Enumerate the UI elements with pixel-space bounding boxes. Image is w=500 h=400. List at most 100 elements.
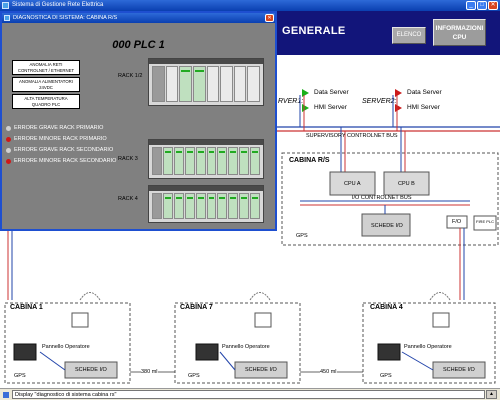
cabina-7-label[interactable]: CABINA 7 (180, 304, 213, 311)
fo-rs-label: F/O (452, 219, 462, 225)
rack-slot (247, 66, 260, 102)
rack-1-2-slots (152, 66, 260, 102)
cabina-1-schede-label: SCHEDE I/O (75, 367, 107, 373)
cpu-b-label: CPU B (398, 181, 415, 187)
fo-box-c1 (71, 312, 89, 328)
cabina-4-label[interactable]: CABINA 4 (370, 304, 403, 311)
distance-1-label: 380 ml (141, 369, 158, 375)
rack-slot (152, 193, 162, 219)
rack-slot (184, 193, 195, 219)
rack-4-header (149, 186, 263, 191)
io-bus-label: I/O CONTROLNET BUS (352, 195, 412, 201)
rack-slot (228, 147, 239, 175)
c1-link (39, 351, 66, 371)
rack-slot (184, 147, 195, 175)
error-minor-secondary-label: ERRORE MINORE RACK SECONDARIO (14, 158, 117, 164)
error-grave-secondary: ERRORE GRAVE RACK SECONDARIO (6, 147, 114, 153)
rack-slot (228, 193, 239, 219)
c4-link (401, 351, 434, 371)
error-minor-secondary: ERRORE MINORE RACK SECONDARIO (6, 158, 117, 164)
diagnostic-window[interactable]: DIAGNOSTICA DI SISTEMA: CABINA R/S ✕ 000… (0, 11, 277, 231)
status-scroll-up-button[interactable]: ▲ (486, 390, 497, 399)
error-grave-secondary-label: ERRORE GRAVE RACK SECONDARIO (14, 147, 114, 153)
rack-slot (162, 193, 173, 219)
diagnostic-title: DIAGNOSTICA DI SISTEMA: CABINA R/S (13, 15, 118, 21)
cabina-1-panel-label: Pannello Operatore (42, 344, 90, 350)
rack-slot (233, 66, 247, 102)
diagnostic-close-button[interactable]: ✕ (265, 14, 274, 22)
status-dot-icon (6, 147, 11, 153)
fiber-loop-4 (429, 292, 451, 301)
cabina-7-panel-label: Pannello Operatore (222, 344, 270, 350)
error-minor-primary: ERRORE MINORE RACK PRIMARIO (6, 136, 107, 142)
cabina-4-panel-label: Pannello Operatore (404, 344, 452, 350)
diagnostic-titlebar[interactable]: DIAGNOSTICA DI SISTEMA: CABINA R/S ✕ (2, 13, 275, 23)
rack-1-2-label: RACK 1/2 (118, 73, 143, 79)
alarm-temperature-line2: QUADRO PLC (31, 101, 61, 107)
schede-io-rs-label: SCHEDE I/O (371, 223, 403, 229)
rack-1-2[interactable] (148, 58, 264, 106)
distance-2-label: 450 ml (320, 369, 337, 375)
error-grave-primary-label: ERRORE GRAVE RACK PRIMARIO (14, 125, 104, 131)
status-dot-icon (6, 136, 11, 142)
status-dot-icon (6, 158, 11, 164)
rack-slot (152, 66, 165, 102)
panel-c7 (195, 343, 219, 361)
rack-slot (220, 66, 233, 102)
plc-title: 000 PLC 1 (112, 39, 165, 51)
panel-c4 (377, 343, 401, 361)
fo-box-c7 (254, 312, 272, 328)
rack-slot (250, 193, 261, 219)
alarm-power-line2: 24VDC (39, 84, 53, 90)
rack-slot (239, 193, 250, 219)
rack-slot (206, 147, 217, 175)
c7-link (219, 351, 236, 371)
supervisory-bus-label: SUPERVISORY CONTROLNET BUS (306, 133, 398, 139)
fiber-loop-1 (79, 292, 101, 301)
gps-rs-label: GPS (296, 233, 308, 239)
cabina-rs-label[interactable]: CABINA R/S (289, 157, 330, 164)
alarm-temperature-button[interactable]: ALTA TEMPERATURA QUADRO PLC (12, 94, 80, 109)
status-bar: Display "diagnostico di sistema cabina r… (0, 388, 500, 400)
rack-slot (206, 193, 217, 219)
cabina-4-gps-label: GPS (380, 373, 392, 379)
cabina-4-schede-label: SCHEDE I/O (443, 367, 475, 373)
fo-box-c4 (432, 312, 450, 328)
alarm-power-line1: ANOMALIA ALIMENTATORI (19, 79, 73, 84)
cabina-1-gps-label: GPS (14, 373, 26, 379)
alarm-network-line2: CONTROLNET / ETHERNET (17, 67, 75, 73)
alarm-network-button[interactable]: ANOMALIA RETI CONTROLNET / ETHERNET (12, 60, 80, 75)
cpu-a-label: CPU A (344, 181, 361, 187)
rack-slot (195, 147, 206, 175)
rack-3-header (149, 140, 263, 145)
status-bar-icon (3, 392, 9, 398)
cabina-7-gps-label: GPS (188, 373, 200, 379)
rack-3[interactable] (148, 139, 264, 179)
cabina-7-schede-label: SCHEDE I/O (245, 367, 277, 373)
rack-slot (192, 66, 206, 102)
rack-slot (173, 193, 184, 219)
rack-slot (162, 147, 173, 175)
diagnostic-window-icon (4, 15, 10, 21)
rack-3-slots (152, 147, 261, 175)
fiber-loop-7 (249, 292, 271, 301)
rack-slot (206, 66, 220, 102)
rack-slot (165, 66, 179, 102)
rack-3-label: RACK 3 (118, 156, 138, 162)
status-text[interactable]: Display "diagnostico di sistema cabina r… (12, 390, 485, 399)
rack-4-slots (152, 193, 261, 219)
rack-slot (195, 193, 206, 219)
fire-plc-label: FIRE PLC (476, 219, 495, 224)
rack-slot (250, 147, 261, 175)
error-minor-primary-label: ERRORE MINORE RACK PRIMARIO (14, 136, 107, 142)
rack-slot (152, 147, 162, 175)
cabina-1-label[interactable]: CABINA 1 (10, 304, 43, 311)
rack-slot (217, 147, 228, 175)
status-dot-icon (6, 125, 11, 131)
rack-4[interactable] (148, 185, 264, 223)
alarm-power-button[interactable]: ANOMALIA ALIMENTATORI 24VDC (12, 77, 80, 92)
rack-slot (239, 147, 250, 175)
error-grave-primary: ERRORE GRAVE RACK PRIMARIO (6, 125, 104, 131)
panel-c1 (13, 343, 37, 361)
rack-4-label: RACK 4 (118, 196, 138, 202)
